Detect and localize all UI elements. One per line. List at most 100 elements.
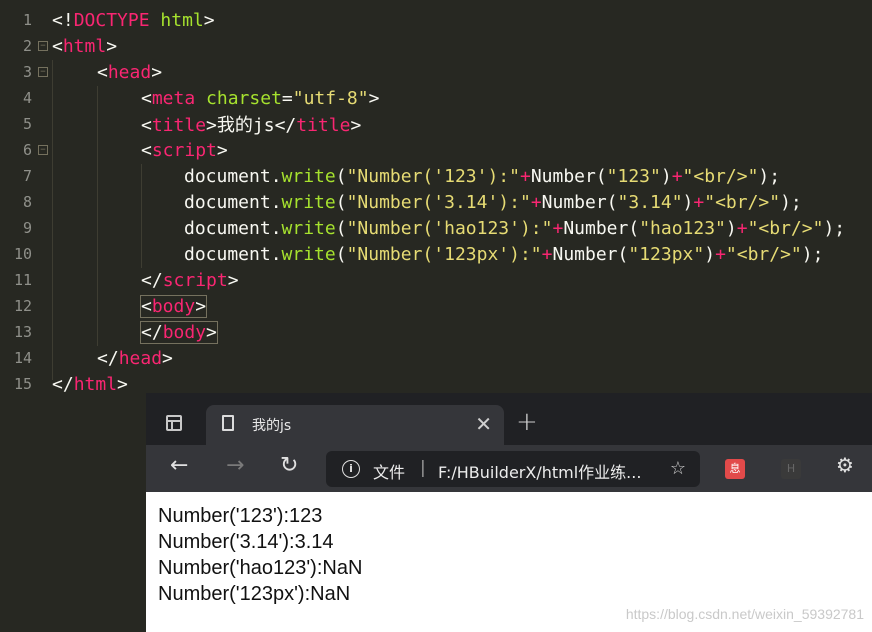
code-token: "123" xyxy=(606,165,661,187)
fold-toggle-icon[interactable]: − xyxy=(38,67,48,77)
code-token: Number( xyxy=(541,191,618,213)
code-text: <html> xyxy=(52,36,117,57)
code-token: < xyxy=(141,295,152,317)
code-token: = xyxy=(281,87,293,109)
code-token: > xyxy=(106,35,118,57)
code-token: html xyxy=(73,373,118,395)
code-token: write xyxy=(281,165,336,187)
line-number: 8 xyxy=(22,193,32,211)
code-token: html xyxy=(160,9,204,31)
code-token: < xyxy=(141,115,152,136)
code-token: ); xyxy=(823,217,846,239)
code-line[interactable]: 10 document.write("Number('123px'):"+Num… xyxy=(0,241,872,267)
line-number: 9 xyxy=(22,219,32,237)
fold-toggle-icon[interactable]: − xyxy=(38,41,48,51)
code-line[interactable]: 5 <title>我的js</title> xyxy=(0,111,872,137)
fold-toggle-icon[interactable]: − xyxy=(38,145,48,155)
code-token: Number( xyxy=(530,165,607,187)
line-number: 5 xyxy=(22,115,32,133)
code-token: title xyxy=(151,115,207,136)
extension-2-icon[interactable]: H xyxy=(781,459,801,479)
code-line[interactable]: 11 </script> xyxy=(0,267,872,293)
code-token: </ xyxy=(52,373,74,395)
code-token: > xyxy=(203,9,215,31)
extension-1-icon[interactable]: 息 xyxy=(725,459,745,479)
line-number: 13 xyxy=(13,323,32,341)
close-tab-icon[interactable]: ✕ xyxy=(475,412,492,436)
code-token: meta xyxy=(151,87,196,109)
code-token: write xyxy=(281,217,336,239)
output-line: Number('123'):123 xyxy=(158,505,323,527)
extensions-puzzle-icon[interactable]: ⚙ xyxy=(836,453,854,477)
code-token: document. xyxy=(184,243,282,265)
tab-title: 我的js xyxy=(252,418,292,434)
code-token: + xyxy=(671,165,683,187)
code-line[interactable]: 13 </body> xyxy=(0,319,872,345)
info-icon[interactable]: i xyxy=(342,460,360,478)
code-text: <script> xyxy=(141,140,228,161)
code-line[interactable]: 9 document.write("Number('hao123'):"+Num… xyxy=(0,215,872,241)
code-line[interactable]: 3 − <head> xyxy=(0,59,872,85)
code-text: <body> xyxy=(139,294,208,318)
code-token: > xyxy=(151,61,163,83)
new-tab-icon[interactable]: + xyxy=(516,407,538,437)
code-token: ); xyxy=(758,165,781,187)
output-line: Number('hao123'):NaN xyxy=(158,557,363,579)
code-line[interactable]: 7 document.write("Number('123'):"+Number… xyxy=(0,163,872,189)
code-text: document.write("Number('hao123'):"+Numbe… xyxy=(184,218,845,239)
refresh-icon[interactable]: ↻ xyxy=(280,453,298,478)
code-token: ( xyxy=(335,165,347,187)
code-token: "3.14" xyxy=(617,191,683,213)
code-token: + xyxy=(715,243,726,265)
code-token: </ xyxy=(141,321,163,343)
line-number: 3 xyxy=(22,63,32,81)
back-icon[interactable]: ← xyxy=(170,453,188,478)
address-scheme: 文件 xyxy=(373,463,406,482)
code-text: <meta charset="utf-8"> xyxy=(141,88,379,109)
code-token: html xyxy=(62,35,107,57)
code-line[interactable]: 6 − <script> xyxy=(0,137,872,163)
code-token: Number( xyxy=(552,243,629,265)
code-token: > xyxy=(216,139,228,161)
code-token: "<br/>" xyxy=(725,243,802,265)
code-text: <title>我的js</title> xyxy=(141,111,361,137)
browser-toolbar: ← → ↻ i 文件 | F:/HBuilderX/html作业练... ☆ 息… xyxy=(146,445,872,492)
code-token: "<br/>" xyxy=(682,165,759,187)
code-token: 我的js xyxy=(216,115,275,136)
code-token: "Number('3.14'):" xyxy=(346,191,531,213)
tab-active[interactable]: 我的js ✕ xyxy=(206,405,504,445)
code-line[interactable]: 14 </head> xyxy=(0,345,872,371)
code-token: charset xyxy=(206,87,282,109)
code-token: body xyxy=(151,295,196,317)
code-line[interactable]: 2 − <html> xyxy=(0,33,872,59)
code-token: > xyxy=(117,373,128,395)
browser-window: 我的js ✕ + ← → ↻ i 文件 | F:/HBuilderX/html作… xyxy=(146,393,872,632)
code-token: script xyxy=(162,269,228,291)
code-line[interactable]: 1 <!DOCTYPE html> xyxy=(0,7,872,33)
code-line[interactable]: 12 <body> xyxy=(0,293,872,319)
code-token: + xyxy=(541,243,553,265)
line-number: 11 xyxy=(13,271,32,289)
address-url[interactable]: F:/HBuilderX/html作业练... xyxy=(438,459,641,483)
code-token: > xyxy=(195,295,207,317)
tab-bar: 我的js ✕ + xyxy=(146,393,872,445)
line-number: 2 xyxy=(22,37,32,55)
code-line[interactable]: 8 document.write("Number('3.14'):"+Numbe… xyxy=(0,189,872,215)
code-token: script xyxy=(151,139,217,161)
code-token: ( xyxy=(335,191,347,213)
tab-actions-icon[interactable] xyxy=(166,415,182,431)
line-number: 10 xyxy=(13,245,32,263)
favorite-star-icon[interactable]: ☆ xyxy=(670,458,686,479)
code-token: < xyxy=(141,139,152,161)
code-token: "hao123" xyxy=(639,217,726,239)
code-text: <!DOCTYPE html> xyxy=(52,10,215,31)
code-token: write xyxy=(281,191,336,213)
code-line[interactable]: 4 <meta charset="utf-8"> xyxy=(0,85,872,111)
address-bar[interactable]: i 文件 | F:/HBuilderX/html作业练... ☆ xyxy=(326,451,700,487)
code-token: <! xyxy=(52,9,74,31)
page-content: Number('123'):123 Number('3.14'):3.14 Nu… xyxy=(146,492,872,632)
code-token: </ xyxy=(141,269,163,291)
code-token: ) xyxy=(725,217,737,239)
forward-icon[interactable]: → xyxy=(226,453,244,478)
